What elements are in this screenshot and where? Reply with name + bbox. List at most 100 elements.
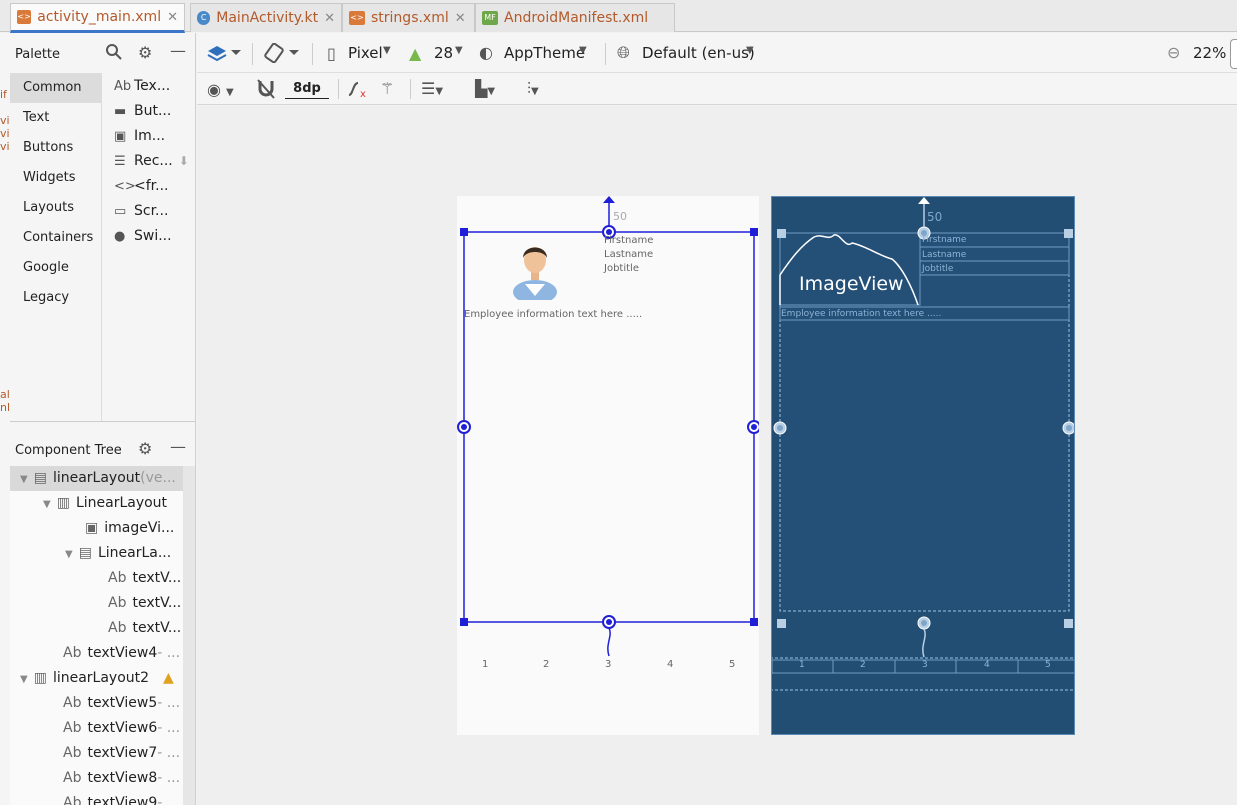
lastname-text[interactable]: Lastname xyxy=(922,250,966,260)
chevron-down-icon[interactable]: ▼ xyxy=(746,45,754,56)
number-text-3[interactable]: 3 xyxy=(605,659,611,670)
textview-icon: Ab xyxy=(108,595,127,611)
avatar[interactable] xyxy=(511,236,559,304)
palette-item-imageview[interactable]: ▣ Im... xyxy=(114,124,165,149)
textview-icon: Ab xyxy=(63,695,82,711)
close-icon[interactable]: ✕ xyxy=(455,11,466,26)
minimize-icon[interactable]: — xyxy=(170,41,186,60)
layers-icon[interactable] xyxy=(207,43,241,67)
tree-node-linearlayout[interactable]: ▼ ▤ linearLayout(ve... xyxy=(10,466,195,491)
category-containers[interactable]: Containers xyxy=(10,223,102,253)
category-google[interactable]: Google xyxy=(10,253,102,283)
category-layouts[interactable]: Layouts xyxy=(10,193,102,223)
jobtitle-text[interactable]: Jobtitle xyxy=(922,264,953,274)
gear-icon[interactable]: ⚙ xyxy=(138,439,152,458)
palette-item-fragment[interactable]: <><fr... xyxy=(114,174,168,199)
zoom-out-icon[interactable]: ⊖ xyxy=(1167,43,1180,62)
tree-node-linearlayout-text[interactable]: ▼ ▤ LinearLa... xyxy=(65,541,171,566)
tree-node-imageview[interactable]: ▣ imageVi... xyxy=(85,516,174,541)
blueprint-surface[interactable]: 50 ImageView Firstname Lastname Jobtitle… xyxy=(771,196,1075,735)
minimize-icon[interactable]: — xyxy=(170,437,186,456)
side-panel-tab[interactable] xyxy=(1230,39,1237,69)
orientation-icon[interactable] xyxy=(264,42,300,67)
jobtitle-text[interactable]: Jobtitle xyxy=(604,263,639,274)
guidelines-icon[interactable]: ⫶▼ xyxy=(527,79,539,99)
tree-node-textview5[interactable]: Ab textView5- ... xyxy=(63,691,180,716)
number-text-1[interactable]: 1 xyxy=(482,659,488,670)
tree-node-textview7[interactable]: Ab textView7- ... xyxy=(63,741,180,766)
search-icon[interactable] xyxy=(105,43,123,65)
expand-arrow-icon[interactable]: ▼ xyxy=(20,674,28,685)
locale-selector[interactable]: Default (en-us) xyxy=(642,44,755,62)
number-text-3[interactable]: 3 xyxy=(922,660,928,670)
globe-icon: 🌐︎ xyxy=(617,43,630,62)
chevron-down-icon[interactable]: ▼ xyxy=(383,45,391,56)
tab-activity-main[interactable]: <> activity_main.xml ✕ xyxy=(10,3,185,33)
palette-item-recyclerview[interactable]: ☰ Rec... ⬇ xyxy=(114,149,189,174)
tree-node-textview8[interactable]: Ab textView8- ... xyxy=(63,766,180,791)
category-legacy[interactable]: Legacy xyxy=(10,283,102,313)
warning-icon[interactable]: ▲ xyxy=(163,670,174,686)
tree-node-linearlayout-inner[interactable]: ▼ ▥ LinearLayout xyxy=(43,491,167,516)
imageview-label[interactable]: ImageView xyxy=(799,273,904,295)
firstname-text[interactable]: Firstname xyxy=(604,235,653,246)
palette-item-scrollview[interactable]: ▭ Scr... xyxy=(114,199,168,224)
category-text[interactable]: Text xyxy=(10,103,102,133)
number-text-2[interactable]: 2 xyxy=(543,659,549,670)
gear-icon[interactable]: ⚙ xyxy=(138,43,152,62)
palette-item-button[interactable]: ▬ But... xyxy=(114,99,171,124)
tab-strings[interactable]: <> strings.xml ✕ xyxy=(342,3,475,32)
design-surface[interactable]: 50 Firstname Lastname Jobtitle Employee … xyxy=(457,196,759,735)
palette-item-textview[interactable]: Ab Tex... xyxy=(114,74,170,99)
default-margin-selector[interactable]: 8dp xyxy=(285,81,329,99)
magic-wand-icon[interactable]: ⚚ xyxy=(380,79,394,98)
eye-icon[interactable]: ◉ ▼ xyxy=(207,80,234,99)
align-icon[interactable]: ▙▼ xyxy=(475,79,495,98)
tab-manifest[interactable]: MF AndroidManifest.xml xyxy=(475,3,675,32)
number-text-2[interactable]: 2 xyxy=(860,660,866,670)
tree-node-linearlayout2[interactable]: ▼ ▥ linearLayout2 ▲ xyxy=(20,666,174,691)
category-widgets[interactable]: Widgets xyxy=(10,163,102,193)
device-selector[interactable]: Pixel xyxy=(348,44,383,62)
lastname-text[interactable]: Lastname xyxy=(604,249,653,260)
tree-node-textview6[interactable]: Ab textView6- ... xyxy=(63,716,180,741)
kotlin-file-icon: C xyxy=(197,11,211,25)
tab-mainactivity[interactable]: C MainActivity.kt ✕ xyxy=(190,3,342,32)
theme-selector[interactable]: AppTheme xyxy=(504,44,585,62)
expand-arrow-icon[interactable]: ▼ xyxy=(65,549,73,560)
tree-node-textview9[interactable]: Ab textView9- ... xyxy=(63,791,180,805)
api-selector[interactable]: 28 xyxy=(434,44,453,62)
vertical-layout-icon: ▤ xyxy=(78,545,92,561)
number-text-4[interactable]: 4 xyxy=(667,659,673,670)
number-text-5[interactable]: 5 xyxy=(729,659,735,670)
number-text-1[interactable]: 1 xyxy=(799,660,805,670)
close-icon[interactable]: ✕ xyxy=(167,10,178,25)
palette-item-switch[interactable]: ● Swi... xyxy=(114,224,172,249)
category-buttons[interactable]: Buttons xyxy=(10,133,102,163)
chevron-down-icon[interactable]: ▼ xyxy=(579,45,587,56)
android-icon: ▲ xyxy=(409,44,422,63)
info-text[interactable]: Employee information text here ..... xyxy=(464,309,642,320)
chevron-down-icon[interactable]: ▼ xyxy=(455,45,463,56)
category-common[interactable]: Common xyxy=(10,73,102,103)
expand-arrow-icon[interactable]: ▼ xyxy=(20,474,28,485)
firstname-text[interactable]: Firstname xyxy=(922,235,966,245)
textview-icon: Ab xyxy=(63,720,82,736)
close-icon[interactable]: ✕ xyxy=(324,11,335,26)
tree-node-textview-3[interactable]: Ab textV... xyxy=(108,616,181,641)
expand-arrow-icon[interactable]: ▼ xyxy=(43,499,51,510)
tree-node-textview4[interactable]: Ab textView4- ... xyxy=(63,641,180,666)
magnet-off-icon[interactable] xyxy=(257,79,275,103)
number-text-5[interactable]: 5 xyxy=(1045,660,1051,670)
clear-constraints-icon[interactable]: x xyxy=(347,79,369,103)
download-icon[interactable]: ⬇ xyxy=(179,154,189,168)
number-text-4[interactable]: 4 xyxy=(984,660,990,670)
tree-node-textview-1[interactable]: Ab textV... xyxy=(108,566,181,591)
scrollbar[interactable] xyxy=(183,466,195,805)
code-icon: <> xyxy=(114,179,136,194)
tree-node-textview-2[interactable]: Ab textV... xyxy=(108,591,181,616)
info-text[interactable]: Employee information text here ..... xyxy=(781,309,941,319)
pack-icon[interactable]: ☰▼ xyxy=(421,79,443,98)
panel-divider[interactable] xyxy=(10,421,195,422)
phone-icon[interactable]: ▯ xyxy=(327,44,336,63)
